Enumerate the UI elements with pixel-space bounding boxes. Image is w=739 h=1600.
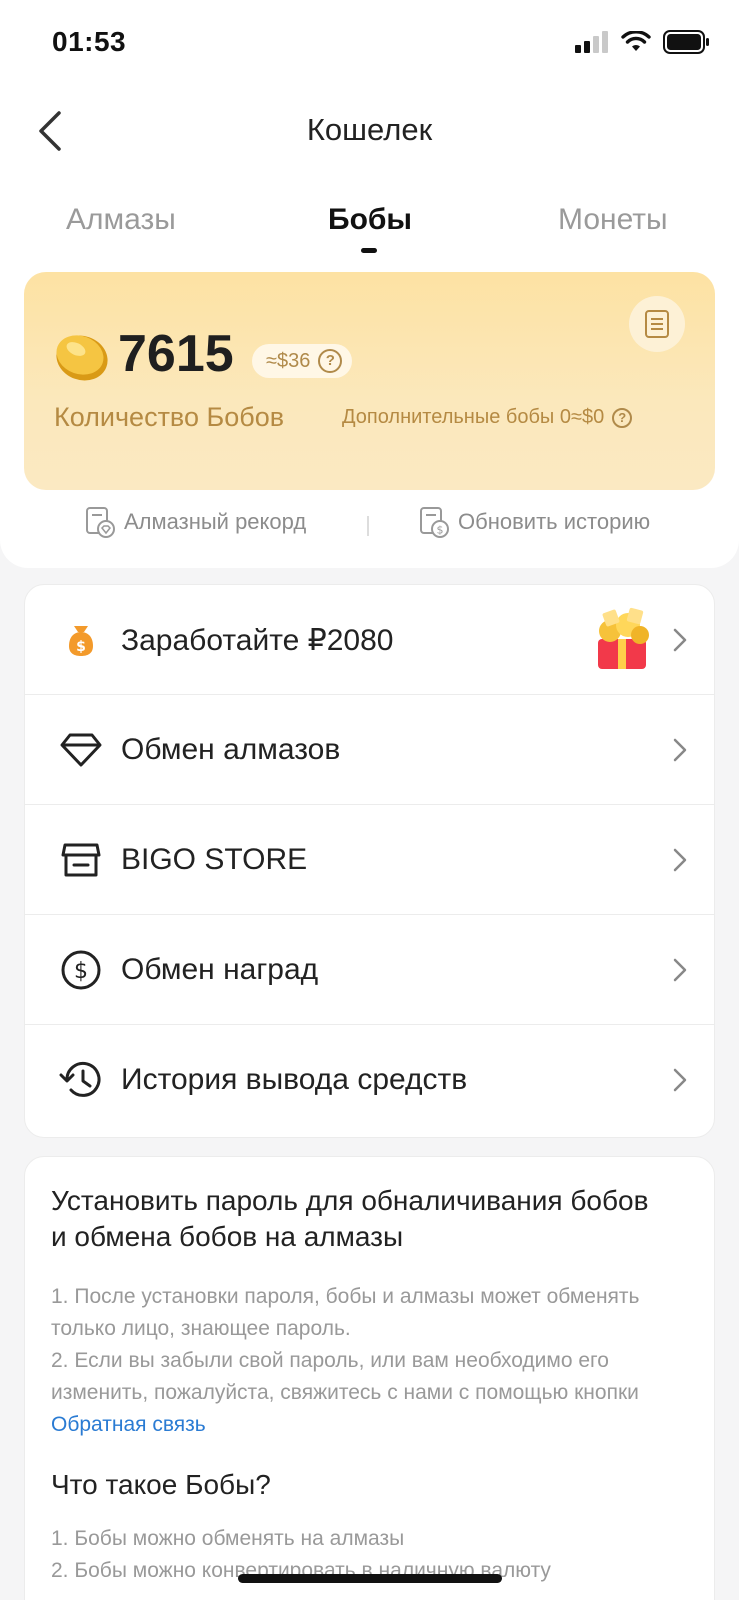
usd-equivalent: ≈$36: [266, 349, 311, 372]
menu-item-bigo-store[interactable]: BIGO STORE: [25, 805, 714, 915]
history-doc-icon: $: [420, 507, 449, 538]
info-line-2: 2. Если вы забыли свой пароль, или вам н…: [51, 1345, 688, 1441]
home-indicator: [238, 1574, 502, 1583]
bean-count: 7615: [118, 325, 234, 383]
menu-item-rewards-exchange[interactable]: $ Обмен наград: [25, 915, 714, 1025]
info-line-2-text: 2. Если вы забыли свой пароль, или вам н…: [51, 1349, 639, 1404]
records-button[interactable]: [629, 296, 685, 352]
status-time: 01:53: [52, 26, 127, 57]
chevron-right-icon: [673, 738, 687, 762]
info-title: Установить пароль для обналичивания бобо…: [51, 1185, 649, 1252]
update-history-label: Обновить историю: [458, 509, 651, 534]
money-bag-icon: $: [57, 616, 105, 664]
record-links: Алмазный рекорд $ Обновить историю: [0, 506, 739, 546]
tab-diamonds[interactable]: Алмазы: [66, 203, 176, 237]
history-icon: [57, 1056, 105, 1104]
usd-equivalent-pill[interactable]: ≈$36 ?: [252, 344, 353, 378]
page-title: Кошелек: [306, 112, 433, 147]
bean-icon: [56, 335, 108, 381]
svg-text:$: $: [76, 639, 86, 655]
diamond-record-link[interactable]: Алмазный рекорд: [84, 506, 306, 538]
extra-beans-text: Дополнительные бобы 0≈$0: [342, 406, 605, 428]
wallet-screen: 01:53 Кошелек Алмазы Бобы Монеты 7615 ≈$…: [0, 0, 739, 1600]
store-icon: [57, 836, 105, 884]
beans-faq-title: Что такое Бобы?: [51, 1469, 271, 1500]
info-text: 1. После установки пароля, бобы и алмазы…: [51, 1281, 688, 1441]
chevron-right-icon: [673, 848, 687, 872]
diamond-record-icon: [86, 507, 115, 538]
feedback-link[interactable]: Обратная связь: [51, 1413, 206, 1436]
beans-balance-card: 7615 ≈$36 ? Количество Бобов Дополнитель…: [24, 272, 715, 490]
menu-label: Обмен алмазов: [121, 733, 341, 766]
menu-item-diamond-exchange[interactable]: Обмен алмазов: [25, 695, 714, 805]
divider: [367, 516, 369, 536]
chevron-right-icon: [673, 628, 687, 652]
diamond-record-label: Алмазный рекорд: [124, 509, 307, 534]
help-icon[interactable]: ?: [612, 407, 633, 428]
menu-label: История вывода средств: [121, 1063, 468, 1096]
menu-item-withdraw-history[interactable]: История вывода средств: [25, 1025, 714, 1135]
wifi-icon: [621, 29, 651, 58]
tab-beans[interactable]: Бобы: [328, 203, 412, 237]
tab-coins[interactable]: Монеты: [558, 203, 668, 237]
chevron-right-icon: [673, 958, 687, 982]
menu-label: Заработайте ₽2080: [121, 624, 394, 657]
extra-beans: Дополнительные бобы 0≈$0 ?: [342, 406, 633, 429]
document-icon: [645, 310, 669, 338]
gift-box-icon: [598, 607, 649, 669]
bean-count-label: Количество Бобов: [54, 402, 285, 432]
top-section: 01:53 Кошелек Алмазы Бобы Монеты 7615 ≈$…: [0, 0, 739, 568]
svg-text:$: $: [437, 524, 444, 537]
tab-indicator: [361, 248, 377, 253]
beans-faq-line-1: 1. Бобы можно обменять на алмазы: [51, 1527, 405, 1550]
menu-label: Обмен наград: [121, 953, 319, 986]
status-icons: [575, 29, 711, 59]
menu-list: $ Заработайте ₽2080 Обмен алмазов BIGO S…: [24, 584, 715, 1138]
dollar-icon: $: [57, 946, 105, 994]
svg-text:$: $: [74, 959, 88, 984]
help-icon[interactable]: ?: [318, 349, 343, 373]
password-info-card: Установить пароль для обналичивания бобо…: [24, 1156, 715, 1600]
diamond-icon: [57, 726, 105, 774]
menu-label: BIGO STORE: [121, 843, 308, 876]
chevron-right-icon: [673, 1068, 687, 1092]
battery-icon: [663, 29, 711, 59]
info-line-1: 1. После установки пароля, бобы и алмазы…: [51, 1285, 640, 1340]
menu-item-earn[interactable]: $ Заработайте ₽2080: [25, 585, 714, 695]
update-history-link[interactable]: $ Обновить историю: [418, 506, 650, 538]
signal-icon: [575, 30, 609, 58]
